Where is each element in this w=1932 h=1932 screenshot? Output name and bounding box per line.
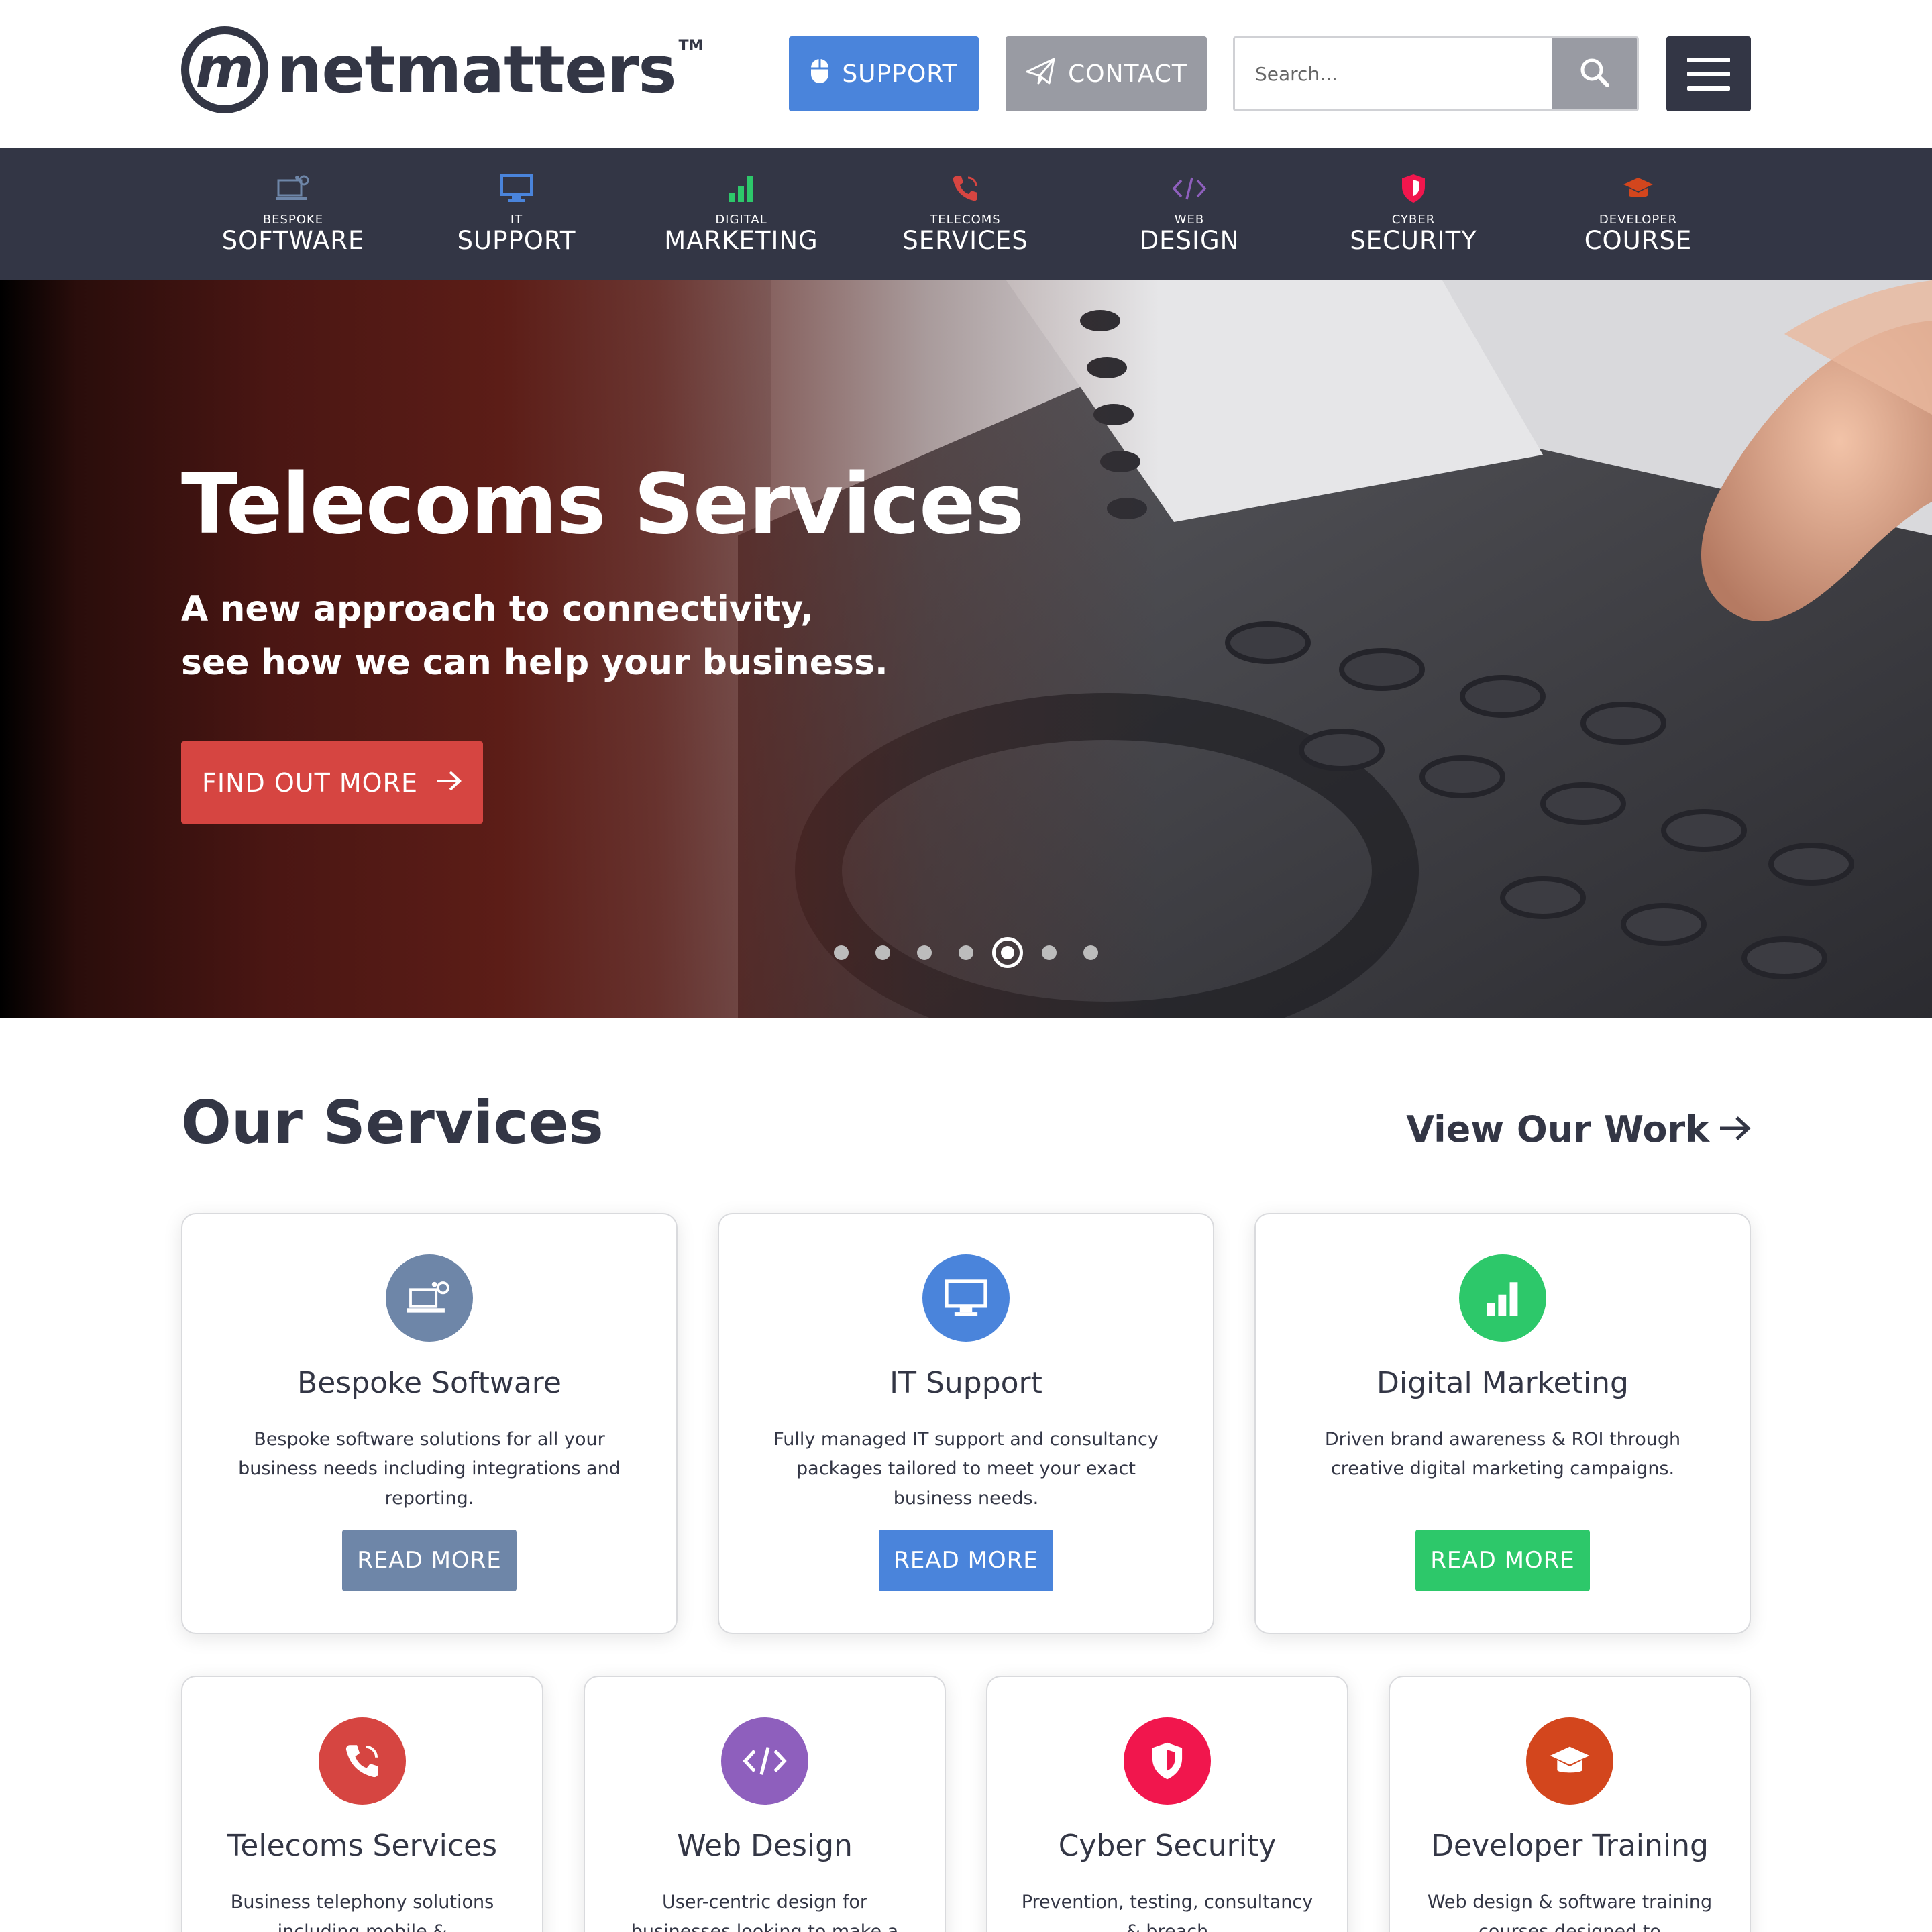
nav-item-label: SECURITY (1350, 226, 1477, 255)
carousel-dots (825, 936, 1120, 969)
read-more-button[interactable]: READ MORE (342, 1529, 517, 1591)
search-button[interactable] (1552, 38, 1637, 109)
hero-title: Telecoms Services (181, 456, 1024, 553)
card-title: Bespoke Software (297, 1366, 561, 1400)
card-title: Developer Training (1431, 1829, 1709, 1863)
card-title: Digital Marketing (1377, 1366, 1629, 1400)
nav-item-label: COURSE (1584, 226, 1693, 255)
service-card-digital-marketing: Digital Marketing Driven brand awareness… (1254, 1213, 1751, 1634)
nav-item-small: CYBER (1391, 213, 1436, 227)
netmatters-logo[interactable]: m netmatters TM (181, 25, 703, 114)
read-more-button[interactable]: READ MORE (1415, 1529, 1590, 1591)
card-description: Bespoke software solutions for all your … (238, 1429, 621, 1509)
card-description: User-centric design for businesses looki… (631, 1892, 899, 1932)
monitor-icon (922, 1254, 1010, 1342)
carousel-dot-active[interactable] (992, 937, 1023, 968)
code-icon (1169, 172, 1210, 205)
service-card-telecoms-services: Telecoms Services Business telephony sol… (181, 1676, 543, 1932)
carousel-dot[interactable] (875, 945, 890, 960)
hamburger-menu-button[interactable] (1666, 36, 1751, 111)
arrow-right-icon (1719, 1108, 1751, 1150)
carousel-dot[interactable] (834, 945, 849, 960)
shield-icon (1124, 1717, 1211, 1805)
phone-icon (945, 172, 985, 205)
nav-item-developer-course[interactable]: DEVELOPER COURSE (1538, 148, 1739, 280)
laptop-gears-icon (386, 1254, 473, 1342)
service-card-developer-training: Developer Training Web design & software… (1389, 1676, 1751, 1932)
hero-subtitle: A new approach to connectivity, see how … (181, 589, 888, 683)
service-card-bespoke-software: Bespoke Software Bespoke software soluti… (181, 1213, 678, 1634)
view-our-work-link[interactable]: View Our Work (1406, 1108, 1751, 1150)
card-title: Web Design (677, 1829, 853, 1863)
view-work-label: View Our Work (1406, 1108, 1709, 1150)
nav-item-digital-marketing[interactable]: DIGITAL MARKETING (641, 148, 842, 280)
services-nav: BESPOKE SOFTWARE IT SUPPORT DIGITAL MARK… (0, 148, 1932, 280)
nav-item-label: SERVICES (902, 226, 1028, 255)
carousel-dot[interactable] (1042, 945, 1057, 960)
phone-icon (319, 1717, 406, 1805)
carousel-dot[interactable] (1083, 945, 1098, 960)
arrow-right-icon (435, 768, 462, 798)
support-label: SUPPORT (842, 60, 958, 88)
hamburger-menu-icon (1687, 57, 1730, 62)
services-heading: Our Services (181, 1088, 604, 1157)
nav-item-label: MARKETING (664, 226, 818, 255)
nav-item-bespoke-software[interactable]: BESPOKE SOFTWARE (193, 148, 394, 280)
nav-item-web-design[interactable]: WEB DESIGN (1089, 148, 1290, 280)
contact-label: CONTACT (1068, 60, 1187, 88)
support-button[interactable]: SUPPORT (789, 36, 979, 111)
card-description: Business telephony solutions including m… (230, 1892, 494, 1932)
nav-item-small: WEB (1174, 213, 1205, 227)
carousel-dot[interactable] (917, 945, 932, 960)
card-description: Driven brand awareness & ROI through cre… (1324, 1429, 1681, 1479)
laptop-gears-icon (273, 172, 313, 205)
card-title: Cyber Security (1058, 1829, 1277, 1863)
logo-mark: m (181, 26, 268, 113)
nav-item-label: SUPPORT (457, 226, 576, 255)
graduation-cap-icon (1526, 1717, 1613, 1805)
search-icon (1578, 56, 1611, 91)
search-box (1233, 36, 1639, 111)
card-title: IT Support (890, 1366, 1042, 1400)
card-description: Web design & software training courses d… (1427, 1892, 1713, 1932)
read-more-button[interactable]: READ MORE (879, 1529, 1053, 1591)
find-out-more-button[interactable]: FIND OUT MORE (181, 741, 483, 824)
logo-text: netmatters (276, 32, 677, 107)
site-header: m netmatters TM SUPPORT CONTACT (0, 0, 1932, 148)
nav-item-cyber-security[interactable]: CYBER SECURITY (1313, 148, 1514, 280)
nav-item-label: SOFTWARE (221, 226, 365, 255)
card-description: Fully managed IT support and consultancy… (773, 1429, 1159, 1509)
mouse-icon (810, 58, 830, 91)
nav-item-small: DEVELOPER (1599, 213, 1678, 227)
service-card-web-design: Web Design User-centric design for busin… (584, 1676, 946, 1932)
nav-item-telecoms-services[interactable]: TELECOMS SERVICES (865, 148, 1066, 280)
paper-plane-icon (1025, 57, 1056, 91)
card-description: Prevention, testing, consultancy & breac… (1021, 1892, 1313, 1932)
logo-trademark: TM (678, 38, 704, 54)
bar-chart-icon (721, 172, 761, 205)
nav-item-small: TELECOMS (930, 213, 1001, 227)
service-card-cyber-security: Cyber Security Prevention, testing, cons… (986, 1676, 1348, 1932)
nav-item-small: DIGITAL (715, 213, 767, 227)
nav-item-it-support[interactable]: IT SUPPORT (416, 148, 617, 280)
hero-banner: Telecoms Services A new approach to conn… (0, 280, 1932, 1018)
monitor-icon (496, 172, 537, 205)
graduation-cap-icon (1618, 172, 1658, 205)
search-input[interactable] (1235, 38, 1552, 109)
code-icon (721, 1717, 808, 1805)
contact-button[interactable]: CONTACT (1006, 36, 1207, 111)
nav-item-label: DESIGN (1139, 226, 1240, 255)
shield-icon (1393, 172, 1434, 205)
carousel-dot[interactable] (959, 945, 973, 960)
cta-label: FIND OUT MORE (202, 767, 418, 798)
bar-chart-icon (1459, 1254, 1546, 1342)
nav-item-small: IT (510, 213, 523, 227)
nav-item-small: BESPOKE (262, 213, 324, 227)
card-title: Telecoms Services (227, 1829, 498, 1863)
service-card-it-support: IT Support Fully managed IT support and … (718, 1213, 1214, 1634)
